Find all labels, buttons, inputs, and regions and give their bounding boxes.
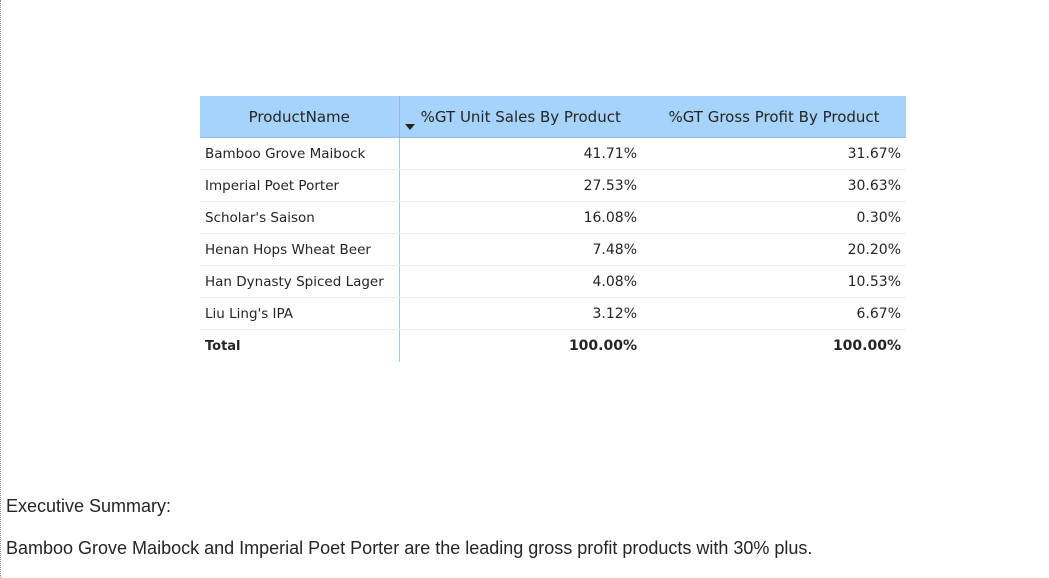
unit-sales-cell: 41.71% (399, 137, 642, 170)
gross-profit-cell: 31.67% (642, 137, 906, 170)
column-header-unit-sales[interactable]: %GT Unit Sales By Product (399, 96, 642, 138)
column-header-label: %GT Unit Sales By Product (420, 107, 621, 126)
total-label-cell: Total (200, 329, 400, 362)
product-name-cell: Imperial Poet Porter (200, 169, 400, 202)
product-name-cell: Bamboo Grove Maibock (200, 137, 400, 170)
table-row[interactable]: Henan Hops Wheat Beer 7.48% 20.20% (200, 233, 906, 266)
product-name-cell: Henan Hops Wheat Beer (200, 233, 400, 266)
gross-profit-cell: 10.53% (642, 265, 906, 298)
table-row[interactable]: Imperial Poet Porter 27.53% 30.63% (200, 169, 906, 202)
gross-profit-cell: 6.67% (642, 297, 906, 330)
table-row[interactable]: Han Dynasty Spiced Lager 4.08% 10.53% (200, 265, 906, 298)
product-table-visual[interactable]: ProductName %GT Unit Sales By Product %G… (200, 96, 906, 362)
unit-sales-cell: 7.48% (399, 233, 642, 266)
column-header-gross-profit[interactable]: %GT Gross Profit By Product (642, 96, 906, 138)
gross-profit-cell: 30.63% (642, 169, 906, 202)
executive-summary-title: Executive Summary: (6, 496, 172, 516)
caret-down-icon[interactable] (404, 124, 415, 130)
unit-sales-cell: 3.12% (399, 297, 642, 330)
executive-summary-text: Bamboo Grove Maibock and Imperial Poet P… (6, 538, 813, 558)
gross-profit-cell: 20.20% (642, 233, 906, 266)
product-name-cell: Scholar's Saison (200, 201, 400, 234)
table-header-row: ProductName %GT Unit Sales By Product %G… (200, 96, 906, 138)
product-name-cell: Han Dynasty Spiced Lager (200, 265, 400, 298)
product-table: ProductName %GT Unit Sales By Product %G… (200, 96, 906, 362)
gross-profit-cell: 0.30% (642, 201, 906, 234)
table-row[interactable]: Liu Ling's IPA 3.12% 6.67% (200, 297, 906, 330)
column-header-label: %GT Gross Profit By Product (668, 107, 880, 126)
table-total-row: Total 100.00% 100.00% (200, 329, 906, 362)
page-left-border (0, 0, 1, 578)
unit-sales-cell: 4.08% (399, 265, 642, 298)
unit-sales-cell: 27.53% (399, 169, 642, 202)
table-row[interactable]: Scholar's Saison 16.08% 0.30% (200, 201, 906, 234)
report-canvas: ProductName %GT Unit Sales By Product %G… (0, 0, 1049, 578)
unit-sales-cell: 16.08% (399, 201, 642, 234)
table-row[interactable]: Bamboo Grove Maibock 41.71% 31.67% (200, 137, 906, 170)
column-header-label: ProductName (248, 107, 350, 126)
total-unit-sales-cell: 100.00% (568, 338, 637, 354)
total-gross-profit-cell: 100.00% (832, 338, 901, 354)
product-name-cell: Liu Ling's IPA (200, 297, 400, 330)
column-header-product-name[interactable]: ProductName (200, 96, 400, 138)
